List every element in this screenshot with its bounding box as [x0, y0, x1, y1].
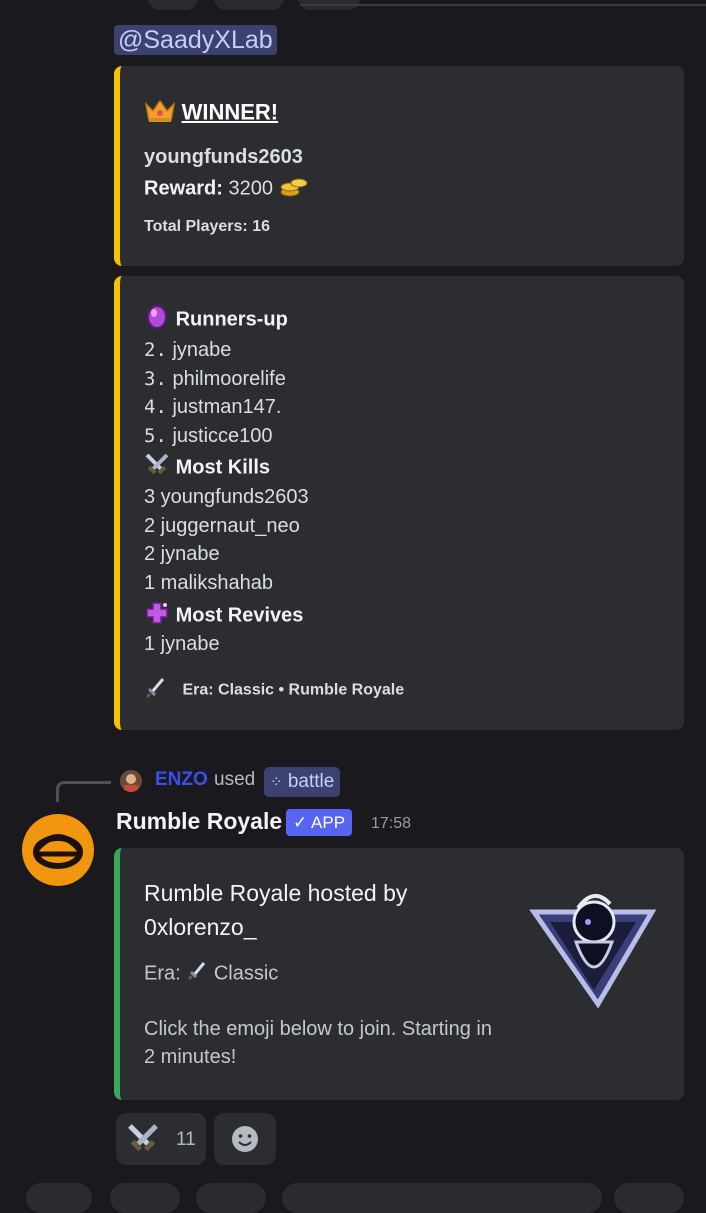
most-revives-title: Most Revives — [175, 604, 304, 627]
user-mention[interactable]: @SaadyXLab — [114, 25, 277, 55]
runner-up-row: 3. philmoorelife — [144, 368, 286, 390]
app-badge: ✓ APP — [286, 809, 353, 836]
winner-embed: WINNER! youngfunds2603 Reward: 3200 Tota… — [114, 66, 684, 266]
kill-row: 1 malikshahab — [144, 572, 273, 594]
kill-row: 3 youngfunds2603 — [144, 486, 309, 508]
prev-reaction[interactable] — [214, 0, 284, 10]
revive-row: 1 jynabe — [144, 633, 220, 655]
runner-up-row: 2. jynabe — [144, 339, 232, 361]
reply-used-text: used — [214, 769, 256, 790]
results-embed: Runners-up 2. jynabe 3. philmoorelife 4.… — [114, 276, 684, 730]
gem-icon — [144, 304, 170, 336]
embed-desc-line2: 2 minutes! — [144, 1046, 237, 1068]
kill-row: 2 juggernaut_neo — [144, 515, 300, 537]
add-reaction-button[interactable] — [214, 1113, 276, 1165]
embed-desc-line1: Click the emoji below to join. Starting … — [144, 1018, 492, 1040]
crown-icon — [144, 98, 176, 130]
bot-avatar[interactable] — [22, 814, 94, 886]
reaction-count: 11 — [176, 1129, 196, 1150]
embed-era-row: Era: Classic — [144, 960, 278, 988]
winner-name: youngfunds2603 — [144, 146, 303, 168]
runners-up-heading: Runners-up — [144, 304, 288, 336]
bottom-button[interactable] — [26, 1183, 92, 1213]
total-players: Total Players: 16 — [144, 218, 270, 235]
reply-username[interactable]: ENZO — [155, 769, 208, 791]
command-mention[interactable]: ⁘ battle — [264, 767, 341, 797]
message-timestamp: 17:58 — [371, 815, 412, 832]
reward-value: 3200 — [228, 177, 273, 200]
results-footer-text: Era: Classic • Rumble Royale — [182, 681, 405, 699]
rumble-royale-thumbnail[interactable] — [528, 882, 658, 1012]
era-sword-icon — [186, 960, 208, 988]
bottom-button[interactable] — [110, 1183, 180, 1213]
era-label: Era: — [144, 962, 181, 985]
smiley-icon — [230, 1124, 260, 1159]
command-icon: ⁘ — [270, 774, 283, 791]
reply-avatar[interactable] — [120, 770, 142, 792]
coins-icon — [279, 174, 309, 204]
reward-row: Reward: 3200 — [144, 174, 309, 204]
revive-plus-icon — [144, 600, 170, 632]
message-input[interactable] — [282, 1183, 602, 1213]
era-sword-icon — [144, 676, 168, 705]
crossed-swords-icon — [144, 452, 170, 484]
reply-connector — [56, 781, 111, 802]
divider — [300, 4, 706, 6]
prev-reaction[interactable] — [148, 0, 198, 10]
embed-title-line2: 0xlorenzo_ — [144, 914, 257, 940]
message-author[interactable]: Rumble Royale — [116, 808, 282, 835]
command-name: battle — [287, 771, 335, 792]
host-embed: Rumble Royale hosted by 0xlorenzo_ Era: … — [114, 848, 684, 1100]
runners-up-title: Runners-up — [175, 308, 288, 331]
runner-up-row: 4. justman147. — [144, 396, 282, 418]
reaction-swords[interactable]: 11 — [116, 1113, 206, 1165]
winner-title-row: WINNER! — [144, 98, 278, 130]
kill-row: 2 jynabe — [144, 543, 220, 565]
bottom-button[interactable] — [196, 1183, 266, 1213]
bottom-button[interactable] — [614, 1183, 684, 1213]
era-value: Classic — [213, 962, 279, 985]
most-kills-title: Most Kills — [175, 456, 271, 479]
most-revives-heading: Most Revives — [144, 600, 303, 632]
winner-title: WINNER! — [181, 99, 279, 125]
reward-label: Reward: — [144, 177, 223, 200]
results-footer: Era: Classic • Rumble Royale — [144, 676, 404, 705]
most-kills-heading: Most Kills — [144, 452, 270, 484]
embed-title-line1: Rumble Royale hosted by — [144, 880, 408, 906]
runner-up-row: 5. justicce100 — [144, 425, 273, 447]
crossed-swords-icon — [126, 1122, 160, 1161]
